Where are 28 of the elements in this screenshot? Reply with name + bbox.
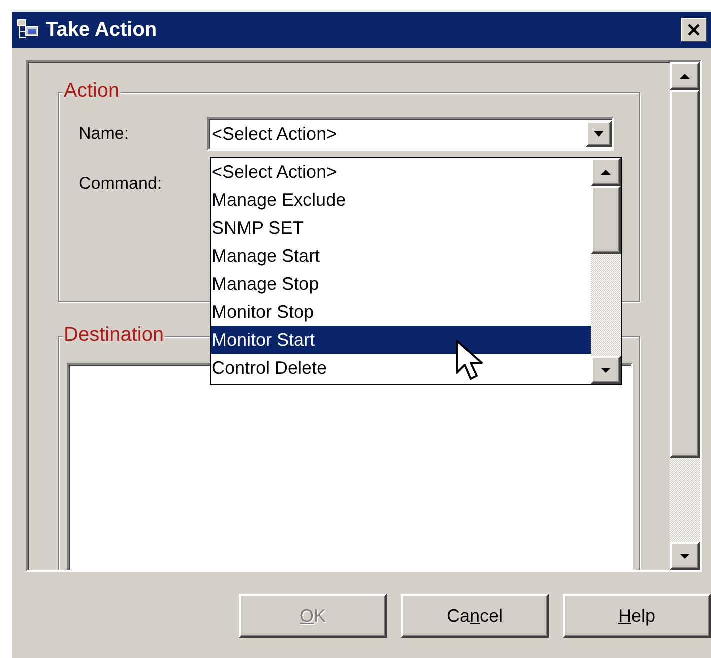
window-title: Take Action	[46, 18, 158, 43]
scrollbar-thumb[interactable]	[670, 90, 700, 458]
scroll-down-button[interactable]	[670, 542, 700, 570]
dialog-button[interactable]: Cancel	[401, 594, 549, 638]
dialog-button[interactable]: Help	[563, 594, 711, 638]
field-label: Name:	[79, 123, 130, 146]
action-combobox[interactable]: <Select Action>	[207, 117, 614, 151]
dropdown-option[interactable]: Manage Stop	[211, 270, 591, 298]
close-button[interactable]	[681, 18, 707, 42]
arrow-up-icon	[679, 72, 691, 80]
field-label: Command:	[79, 173, 164, 195]
dropdown-option[interactable]: <Select Action>	[211, 158, 591, 186]
dropdown-option[interactable]: Monitor Start	[211, 326, 591, 354]
scroll-up-button[interactable]	[591, 158, 621, 186]
arrow-down-icon	[600, 366, 612, 374]
scroll-up-button[interactable]	[670, 62, 700, 90]
dropdown-option[interactable]: Manage Start	[211, 242, 591, 270]
scroll-down-button[interactable]	[591, 356, 621, 384]
close-icon	[686, 22, 702, 38]
dropdown-option[interactable]: Manage Exclude	[211, 186, 591, 214]
dropdown-button[interactable]	[586, 121, 612, 147]
dropdown-option[interactable]: Monitor Stop	[211, 298, 591, 326]
arrow-up-icon	[600, 168, 612, 176]
scrollbar-thumb[interactable]	[591, 186, 621, 254]
arrow-down-icon	[679, 552, 691, 560]
caret-icon	[593, 130, 605, 138]
dropdown-option[interactable]: Control Delete	[211, 354, 591, 382]
dropdown-option[interactable]: SNMP SET	[211, 214, 591, 242]
